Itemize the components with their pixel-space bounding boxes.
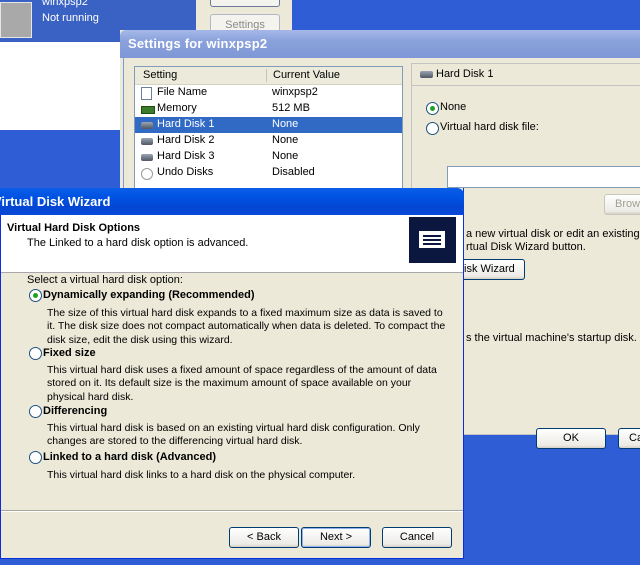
wizard-title-bar[interactable]: Virtual Disk Wizard <box>0 188 464 215</box>
setting-label: Hard Disk 2 <box>157 134 215 146</box>
wizard-header: Virtual Hard Disk Options The Linked to … <box>1 215 463 273</box>
vpc-top-button[interactable] <box>210 0 280 7</box>
setting-row-hard-disk-1[interactable]: Hard Disk 1 None <box>135 117 402 133</box>
setting-label: Hard Disk 1 <box>157 118 215 130</box>
option-description: The size of this virtual hard disk expan… <box>47 307 446 346</box>
setting-label: File Name <box>157 86 208 98</box>
setting-value: None <box>272 118 299 130</box>
setting-row-undo-disks[interactable]: Undo Disks Disabled <box>135 165 402 181</box>
option-description: This virtual hard disk is based on an ex… <box>47 422 420 448</box>
hard-disk-icon <box>141 138 153 145</box>
setting-value: 512 MB <box>272 102 310 114</box>
setting-row-file-name[interactable]: File Name winxpsp2 <box>135 85 402 101</box>
settings-cancel-button[interactable]: Ca <box>618 428 640 449</box>
panel-description-1: a new virtual disk or edit an existing o… <box>466 228 640 240</box>
browse-button[interactable]: Brows <box>604 194 640 215</box>
radio-file-label: Virtual hard disk file: <box>440 121 539 133</box>
wizard-header-subtitle: The Linked to a hard disk option is adva… <box>27 237 249 249</box>
vm-status: Not running <box>42 12 99 24</box>
panel-description-2: rtual Disk Wizard button. <box>466 241 586 253</box>
setting-label: Memory <box>157 102 197 114</box>
setting-row-hard-disk-2[interactable]: Hard Disk 2 None <box>135 133 402 149</box>
radio-fixed-size[interactable] <box>29 347 42 360</box>
column-current-value[interactable]: Current Value <box>273 69 340 81</box>
radio-none[interactable] <box>426 102 439 115</box>
wizard-header-title: Virtual Hard Disk Options <box>7 222 141 234</box>
radio-none-label: None <box>440 101 467 113</box>
option-fixed-size[interactable]: Fixed size <box>43 347 96 359</box>
settings-list-header: Setting Current Value <box>135 67 402 85</box>
radio-differencing[interactable] <box>29 405 42 418</box>
ok-button[interactable]: OK <box>536 428 606 449</box>
option-dynamically-expanding[interactable]: Dynamically expanding (Recommended) <box>43 289 255 301</box>
vm-name: winxpsp2 <box>42 0 88 8</box>
hard-disk-icon <box>141 122 153 129</box>
setting-value: None <box>272 134 299 146</box>
file-icon <box>141 87 152 100</box>
startup-disk-note: s the virtual machine's startup disk. <box>466 332 637 344</box>
settings-title-bar[interactable]: Settings for winxpsp2 <box>120 30 640 58</box>
virtual-disk-wizard-window: Virtual Disk Wizard Virtual Hard Disk Op… <box>0 188 464 559</box>
radio-linked-hard-disk[interactable] <box>29 451 42 464</box>
option-differencing[interactable]: Differencing <box>43 405 107 417</box>
disk-file-path-input[interactable] <box>447 166 640 188</box>
next-button[interactable]: Next > <box>301 527 371 548</box>
column-separator <box>266 69 267 82</box>
option-description: This virtual hard disk uses a fixed amou… <box>47 364 437 403</box>
panel-header: Hard Disk 1 <box>412 64 640 86</box>
memory-icon <box>141 106 155 114</box>
setting-value: None <box>272 150 299 162</box>
option-description: This virtual hard disk links to a hard d… <box>47 469 356 481</box>
wizard-cancel-button[interactable]: Cancel <box>382 527 452 548</box>
undo-icon <box>141 168 153 180</box>
setting-label: Hard Disk 3 <box>157 150 215 162</box>
vm-thumbnail <box>0 2 32 38</box>
panel-title: Hard Disk 1 <box>436 68 494 80</box>
back-button[interactable]: < Back <box>229 527 299 548</box>
column-setting[interactable]: Setting <box>143 69 177 81</box>
hard-disk-icon <box>420 71 433 78</box>
setting-row-memory[interactable]: Memory 512 MB <box>135 101 402 117</box>
disk-wizard-button[interactable]: isk Wizard <box>462 259 525 280</box>
option-linked-hard-disk[interactable]: Linked to a hard disk (Advanced) <box>43 451 216 463</box>
wizard-title: Virtual Disk Wizard <box>0 194 111 209</box>
wizard-divider <box>1 510 463 511</box>
virtual-disk-icon <box>409 217 456 263</box>
setting-label: Undo Disks <box>157 166 214 178</box>
radio-virtual-disk-file[interactable] <box>426 122 439 135</box>
hard-disk-icon <box>141 154 153 161</box>
setting-row-hard-disk-3[interactable]: Hard Disk 3 None <box>135 149 402 165</box>
radio-dynamically-expanding[interactable] <box>29 289 42 302</box>
setting-value: Disabled <box>272 166 315 178</box>
setting-value: winxpsp2 <box>272 86 318 98</box>
select-option-label: Select a virtual hard disk option: <box>27 274 183 286</box>
